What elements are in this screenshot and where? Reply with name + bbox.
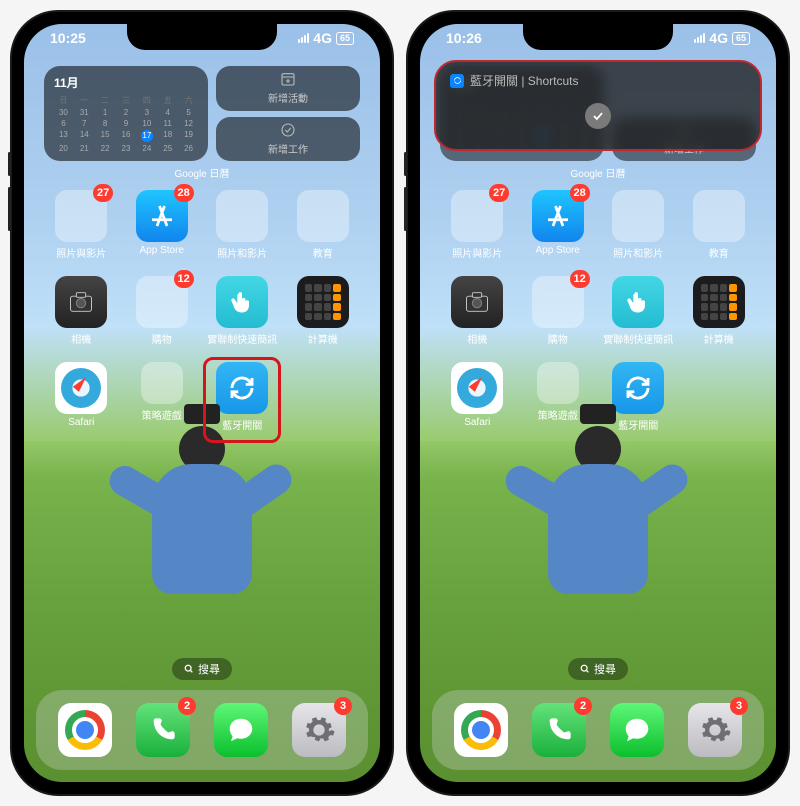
calendar-month: 11月 <box>54 74 198 91</box>
home-screen: 10:26 4G 65 藍牙開關 | Shortcuts 11月 <box>420 24 776 782</box>
app-bluetooth-toggle[interactable]: 藍牙開關 <box>205 362 280 442</box>
sync-icon <box>623 373 653 403</box>
notification-success-icon <box>585 103 611 129</box>
dock-chrome[interactable] <box>454 703 508 757</box>
camera-icon <box>67 288 95 316</box>
hand-icon <box>624 288 652 316</box>
shortcuts-app-icon <box>450 74 464 88</box>
badge: 3 <box>334 697 352 715</box>
app-store[interactable]: 28 App Store <box>521 190 596 260</box>
check-circle-icon <box>280 122 296 138</box>
wallpaper-person <box>533 426 663 594</box>
new-event-widget[interactable]: 新增活動 <box>216 66 360 111</box>
badge: 27 <box>93 184 113 202</box>
search-button[interactable]: 搜尋 <box>568 658 628 680</box>
badge: 2 <box>178 697 196 715</box>
phone-icon <box>149 716 177 744</box>
notch <box>127 24 277 50</box>
signal-icon <box>694 33 705 43</box>
app-camera[interactable]: 相機 <box>44 276 119 346</box>
camera-icon <box>463 288 491 316</box>
app-calculator[interactable]: 計算機 <box>682 276 757 346</box>
notification-title: 藍牙開關 | Shortcuts <box>470 72 578 89</box>
network-label: 4G <box>313 30 332 46</box>
app-safari[interactable]: Safari <box>44 362 119 442</box>
dock-messages[interactable] <box>214 703 268 757</box>
badge: 12 <box>174 270 194 288</box>
folder-photos-videos-2[interactable]: 照片和影片 <box>601 190 676 260</box>
dock: 2 3 <box>36 690 368 770</box>
app-contact-tracing[interactable]: 實聯制快速簡訊 <box>601 276 676 346</box>
widget-caption: Google 日曆 <box>44 165 360 180</box>
network-label: 4G <box>709 30 728 46</box>
safari-icon <box>61 368 101 408</box>
folder-photos-videos-1[interactable]: 27 照片與影片 <box>44 190 119 260</box>
app-contact-tracing[interactable]: 實聯制快速簡訊 <box>205 276 280 346</box>
folder-education[interactable]: 教育 <box>682 190 757 260</box>
calculator-icon <box>305 284 341 320</box>
search-icon <box>184 664 194 674</box>
app-store[interactable]: 28 App Store <box>125 190 200 260</box>
new-task-widget[interactable]: 新增工作 <box>216 117 360 162</box>
calendar-grid: 日一二三四五六 303112345 6789101112 13141516171… <box>54 95 198 153</box>
app-safari[interactable]: Safari <box>440 362 515 442</box>
message-icon <box>226 715 256 745</box>
appstore-icon <box>147 201 177 231</box>
appstore-icon <box>543 201 573 231</box>
phone-frame-left: 10:25 4G 65 11月 日一二三四五六 303112345 678910… <box>10 10 394 796</box>
status-time: 10:26 <box>446 30 482 46</box>
home-screen: 10:25 4G 65 11月 日一二三四五六 303112345 678910… <box>24 24 380 782</box>
dock-phone[interactable]: 2 <box>136 703 190 757</box>
calendar-plus-icon <box>280 71 296 87</box>
signal-icon <box>298 33 309 43</box>
dock-chrome[interactable] <box>58 703 112 757</box>
dock-messages[interactable] <box>610 703 664 757</box>
app-camera[interactable]: 相機 <box>440 276 515 346</box>
status-time: 10:25 <box>50 30 86 46</box>
app-calculator[interactable]: 計算機 <box>286 276 361 346</box>
search-button[interactable]: 搜尋 <box>172 658 232 680</box>
folder-photos-videos-2[interactable]: 照片和影片 <box>205 190 280 260</box>
battery-icon: 65 <box>336 32 354 45</box>
battery-icon: 65 <box>732 32 750 45</box>
folder-shopping[interactable]: 12 購物 <box>125 276 200 346</box>
folder-education[interactable]: 教育 <box>286 190 361 260</box>
dock-settings[interactable]: 3 <box>688 703 742 757</box>
dock-phone[interactable]: 2 <box>532 703 586 757</box>
folder-shopping[interactable]: 12 購物 <box>521 276 596 346</box>
badge: 28 <box>174 184 194 202</box>
folder-photos-videos-1[interactable]: 27 照片與影片 <box>440 190 515 260</box>
search-icon <box>580 664 590 674</box>
calendar-widget[interactable]: 11月 日一二三四五六 303112345 6789101112 1314151… <box>44 66 360 161</box>
dock-settings[interactable]: 3 <box>292 703 346 757</box>
notch <box>523 24 673 50</box>
wallpaper-person <box>137 426 267 594</box>
chrome-icon <box>65 710 105 750</box>
shortcut-notification[interactable]: 藍牙開關 | Shortcuts <box>434 60 762 151</box>
gear-icon <box>302 713 336 747</box>
hand-icon <box>228 288 256 316</box>
highlight-annotation <box>203 357 281 443</box>
dock: 2 3 <box>432 690 764 770</box>
phone-frame-right: 10:26 4G 65 藍牙開關 | Shortcuts 11月 <box>406 10 790 796</box>
